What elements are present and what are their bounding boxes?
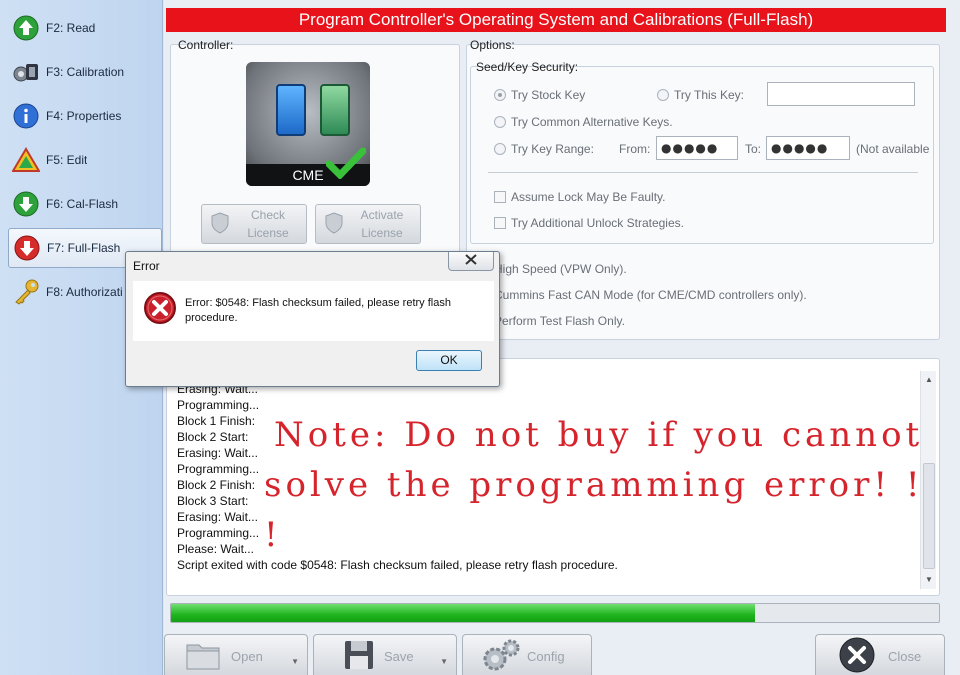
from-key-input[interactable]: ●●●●●: [656, 136, 738, 160]
try-common-keys-label: Try Common Alternative Keys.: [511, 115, 673, 129]
from-label: From:: [619, 142, 651, 156]
progress-bar: [170, 603, 940, 623]
sidebar-item-label: F7: Full-Flash: [47, 241, 121, 255]
assume-lock-label: Assume Lock May Be Faulty.: [511, 190, 666, 204]
test-flash-checkbox[interactable]: Perform Test Flash Only.: [494, 314, 625, 328]
checkmark-icon: [325, 147, 367, 182]
seed-key-label: Seed/Key Security:: [476, 60, 579, 74]
scroll-up-arrow-icon[interactable]: ▲: [921, 373, 937, 387]
key-icon: [12, 278, 40, 306]
activate-license-button[interactable]: Activate License: [315, 204, 421, 244]
scroll-down-arrow-icon[interactable]: ▼: [921, 573, 937, 587]
save-button[interactable]: Save ▼: [313, 634, 457, 675]
info-icon: [12, 102, 40, 130]
sidebar-item-cal-flash[interactable]: F6: Cal-Flash: [8, 184, 162, 224]
sidebar-item-label: F3: Calibration: [46, 65, 125, 79]
cummins-can-checkbox[interactable]: Cummins Fast CAN Mode (for CME/CMD contr…: [494, 288, 807, 302]
red-down-arrow-icon: [13, 234, 41, 262]
assume-lock-checkbox[interactable]: Assume Lock May Be Faulty.: [494, 190, 666, 204]
sidebar-item-label: F6: Cal-Flash: [46, 197, 119, 211]
sidebar-item-properties[interactable]: F4: Properties: [8, 96, 162, 136]
config-label: Config: [527, 649, 565, 664]
try-stock-key-radio[interactable]: Try Stock Key: [494, 88, 585, 102]
radio-indicator: [494, 143, 506, 155]
save-label: Save: [384, 649, 414, 664]
dropdown-arrow-icon[interactable]: ▼: [291, 657, 299, 666]
wrench-gear-icon: [12, 58, 40, 86]
scroll-thumb[interactable]: [923, 463, 935, 569]
note-overlay: Note: Do not buy if you cannot solve the…: [264, 410, 924, 560]
radio-indicator: [657, 89, 669, 101]
green-down-arrow-icon: [12, 190, 40, 218]
activate-license-line2: License: [361, 226, 403, 240]
close-button[interactable]: Close: [815, 634, 945, 675]
dialog-close-button[interactable]: [448, 252, 494, 271]
ok-button[interactable]: OK: [416, 350, 482, 371]
blue-connector: [276, 84, 306, 136]
sidebar-item-label: F8: Authorizati: [46, 285, 123, 299]
green-connector: [320, 84, 350, 136]
warning-triangle-icon: [12, 146, 40, 174]
config-button[interactable]: Config: [462, 634, 592, 675]
shield-icon: [324, 211, 344, 237]
sidebar-item-label: F4: Properties: [46, 109, 122, 123]
try-this-key-label: Try This Key:: [674, 88, 745, 102]
try-common-keys-radio[interactable]: Try Common Alternative Keys.: [494, 115, 673, 129]
controller-label: Controller:: [178, 38, 234, 52]
dialog-body: Error: $0548: Flash checksum failed, ple…: [133, 281, 494, 341]
radio-indicator: [494, 89, 506, 101]
try-this-key-input[interactable]: [767, 82, 915, 106]
close-icon: [465, 254, 477, 268]
high-speed-label: High Speed (VPW Only).: [494, 262, 627, 276]
try-key-range-radio[interactable]: Try Key Range:: [494, 142, 594, 156]
radio-indicator: [494, 116, 506, 128]
sidebar-item-read[interactable]: F2: Read: [8, 8, 162, 48]
divider: [488, 172, 918, 173]
note-line-2: solve the programming error! ! !: [264, 465, 924, 555]
dialog-title: Error: [133, 259, 160, 273]
progress-fill: [171, 604, 755, 622]
dropdown-arrow-icon[interactable]: ▼: [440, 657, 448, 666]
try-key-range-label: Try Key Range:: [511, 142, 594, 156]
green-up-arrow-icon: [12, 14, 40, 42]
close-label: Close: [888, 649, 922, 664]
to-key-input[interactable]: ●●●●●: [766, 136, 850, 160]
high-speed-checkbox[interactable]: High Speed (VPW Only).: [494, 262, 627, 276]
try-this-key-radio[interactable]: Try This Key:: [657, 88, 744, 102]
check-license-line1: Check: [250, 208, 285, 222]
check-license-line2: License: [247, 226, 289, 240]
try-stock-key-label: Try Stock Key: [511, 88, 586, 102]
open-label: Open: [231, 649, 263, 664]
controller-image: CME: [246, 62, 370, 186]
dialog-message: Error: $0548: Flash checksum failed, ple…: [185, 297, 451, 324]
open-button[interactable]: Open ▼: [164, 634, 308, 675]
sidebar-item-calibration[interactable]: F3: Calibration: [8, 52, 162, 92]
sidebar-item-edit[interactable]: F5: Edit: [8, 140, 162, 180]
gears-icon: [479, 637, 523, 675]
options-label: Options:: [470, 38, 515, 52]
error-dialog: Error Error: $0548: Flash checksum faile…: [125, 251, 500, 387]
sidebar-item-label: F2: Read: [46, 21, 96, 35]
close-circle-icon: [838, 636, 876, 675]
try-additional-label: Try Additional Unlock Strategies.: [511, 216, 684, 230]
folder-icon: [183, 637, 223, 675]
checkbox-indicator: [494, 191, 506, 203]
try-additional-checkbox[interactable]: Try Additional Unlock Strategies.: [494, 216, 684, 230]
page-title: Program Controller's Operating System an…: [166, 8, 946, 32]
sidebar-item-label: F5: Edit: [46, 153, 88, 167]
error-x-icon: [143, 291, 177, 328]
test-flash-label: Perform Test Flash Only.: [494, 314, 625, 328]
floppy-disk-icon: [342, 638, 376, 675]
not-available-text: (Not available: [856, 142, 930, 156]
cummins-can-label: Cummins Fast CAN Mode (for CME/CMD contr…: [494, 288, 807, 302]
checkbox-indicator: [494, 217, 506, 229]
activate-license-line1: Activate: [360, 208, 404, 222]
note-line-1: Note: Do not buy if you cannot: [274, 415, 924, 455]
check-license-button[interactable]: Check License: [201, 204, 307, 244]
shield-icon: [210, 211, 230, 237]
to-label: To:: [745, 142, 762, 156]
